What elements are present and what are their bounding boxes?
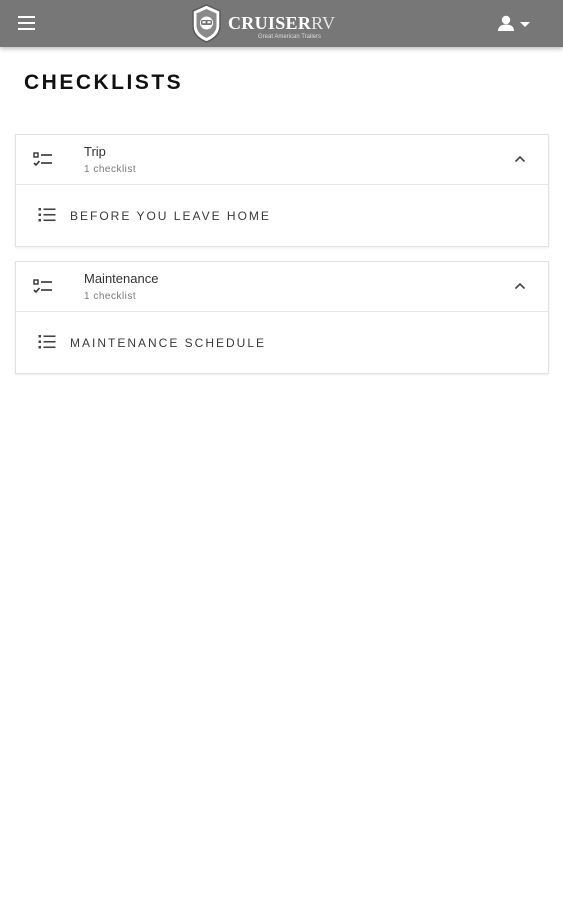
list-icon xyxy=(38,335,56,349)
app-bar: CRUISERRV Great American Trailers xyxy=(0,0,563,47)
hamburger-menu-icon[interactable] xyxy=(17,14,37,34)
checklist-section-maintenance: Maintenance 1 checklist MAINTENANCE SCHE… xyxy=(15,261,549,374)
checklist-item-before-you-leave-home[interactable]: BEFORE YOU LEAVE HOME xyxy=(16,185,548,246)
checklist-item-maintenance-schedule[interactable]: MAINTENANCE SCHEDULE xyxy=(16,312,548,373)
section-title: Trip xyxy=(84,144,106,159)
section-header-maintenance[interactable]: Maintenance 1 checklist xyxy=(16,262,548,312)
list-icon xyxy=(38,208,56,222)
account-menu-button[interactable] xyxy=(496,13,532,35)
section-header-trip[interactable]: Trip 1 checklist xyxy=(16,135,548,185)
page-title: CHECKLISTS xyxy=(24,71,184,94)
caret-down-icon xyxy=(520,22,530,27)
chevron-up-icon[interactable] xyxy=(513,152,527,166)
checklist-section-trip: Trip 1 checklist BEFORE YOU LEAVE HOME xyxy=(15,134,549,247)
brand-tagline: Great American Trailers xyxy=(258,34,322,40)
section-title: Maintenance xyxy=(84,271,159,286)
section-count: 1 checklist xyxy=(84,291,137,302)
account-icon xyxy=(498,15,530,31)
chevron-up-icon[interactable] xyxy=(513,279,527,293)
checklist-icon xyxy=(33,152,52,167)
checklist-item-label: BEFORE YOU LEAVE HOME xyxy=(70,209,271,223)
checklist-item-label: MAINTENANCE SCHEDULE xyxy=(70,336,267,350)
brand-logo[interactable]: CRUISERRV Great American Trailers xyxy=(190,4,350,44)
section-count: 1 checklist xyxy=(84,164,137,175)
brand-name-suffix: RV xyxy=(311,13,336,33)
brand-name-main: CRUISER xyxy=(228,13,312,33)
checklist-icon xyxy=(33,279,52,294)
brand-name: CRUISERRV xyxy=(228,13,335,34)
brand-emblem-icon xyxy=(192,4,221,43)
